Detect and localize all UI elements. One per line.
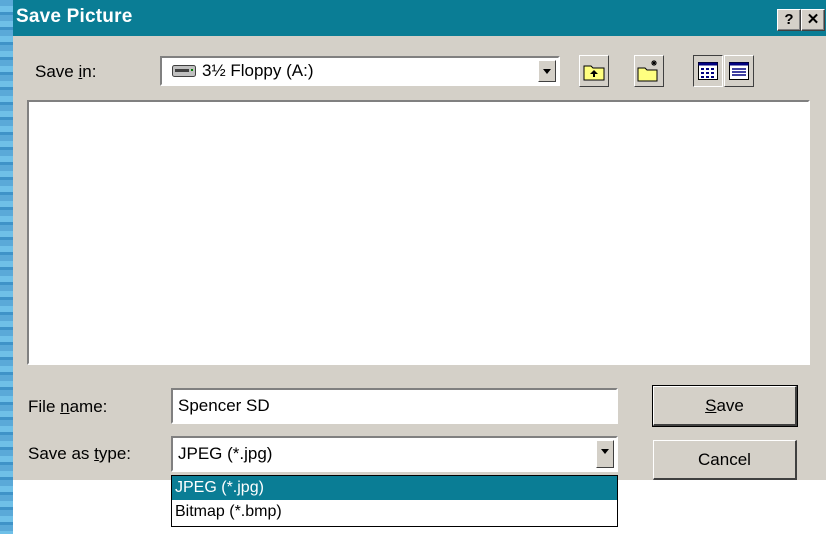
save-in-label: Save in: bbox=[35, 62, 97, 81]
list-view-button[interactable] bbox=[693, 55, 723, 87]
save-in-dropdown[interactable]: 3½ Floppy (A:) bbox=[160, 56, 560, 86]
up-one-level-button[interactable] bbox=[579, 55, 609, 87]
file-list-view[interactable] bbox=[27, 100, 810, 365]
details-view-button[interactable] bbox=[724, 55, 754, 87]
chevron-down-icon[interactable] bbox=[538, 60, 556, 82]
new-folder-button[interactable] bbox=[634, 55, 664, 87]
file-name-label: File name: bbox=[28, 397, 108, 416]
up-one-level-icon bbox=[583, 61, 605, 86]
new-folder-icon bbox=[637, 59, 661, 88]
dropdown-option-bitmap[interactable]: Bitmap (*.bmp) bbox=[172, 500, 617, 524]
list-view-icon bbox=[698, 62, 718, 85]
save-button[interactable]: Save bbox=[652, 385, 798, 427]
save-picture-dialog: Save Picture ? ✕ Save in: 3½ Floppy (A:) bbox=[13, 0, 826, 534]
save-as-type-dropdown[interactable]: JPEG (*.jpg) bbox=[171, 436, 618, 472]
file-name-input[interactable]: Spencer SD bbox=[171, 388, 618, 424]
dropdown-option-jpeg[interactable]: JPEG (*.jpg) bbox=[172, 476, 617, 500]
save-as-type-value: JPEG (*.jpg) bbox=[178, 444, 273, 463]
cancel-button[interactable]: Cancel bbox=[653, 440, 797, 480]
floppy-drive-icon bbox=[172, 64, 196, 83]
dialog-title: Save Picture bbox=[16, 6, 133, 27]
save-as-type-options-list[interactable]: JPEG (*.jpg) Bitmap (*.bmp) bbox=[171, 475, 618, 527]
save-as-type-label: Save as type: bbox=[28, 444, 132, 463]
title-bar[interactable]: Save Picture ? ✕ bbox=[13, 0, 826, 36]
help-button[interactable]: ? bbox=[777, 9, 801, 31]
background-strip bbox=[0, 0, 13, 534]
close-button[interactable]: ✕ bbox=[801, 9, 825, 31]
save-in-value: 3½ Floppy (A:) bbox=[202, 61, 314, 80]
chevron-down-icon[interactable] bbox=[596, 440, 614, 468]
details-view-icon bbox=[729, 62, 749, 85]
